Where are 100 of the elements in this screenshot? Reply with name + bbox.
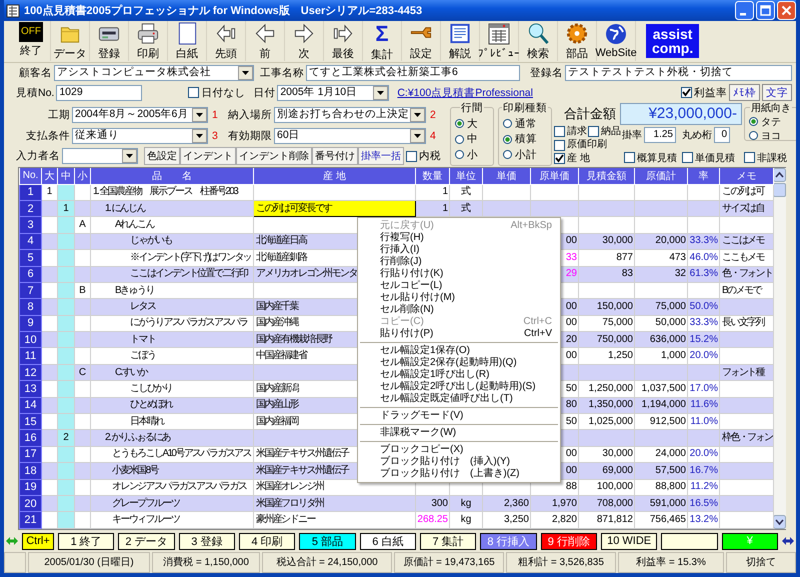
- memo-frame-button[interactable]: ﾒﾓ枠: [729, 84, 760, 102]
- menu-item[interactable]: セル削除(N): [358, 304, 560, 316]
- menu-item[interactable]: ドラッグモード(V): [358, 410, 560, 422]
- form-button[interactable]: 掛率一括: [358, 147, 404, 166]
- toolbar-button[interactable]: データ: [51, 21, 90, 62]
- column-header[interactable]: 原単価: [530, 168, 578, 184]
- checkbox[interactable]: 非課税: [744, 150, 796, 165]
- toolbar-button[interactable]: WebSite: [597, 21, 636, 62]
- column-header[interactable]: 見積金額: [578, 168, 634, 184]
- function-key[interactable]: 4 印刷: [238, 532, 296, 550]
- radio-button[interactable]: 通常: [503, 116, 547, 131]
- selected-cell[interactable]: この列は可変長です: [254, 200, 416, 217]
- path-link[interactable]: C:¥100点見積書Professional: [397, 86, 533, 100]
- scrollbar[interactable]: [773, 168, 786, 529]
- checkbox[interactable]: 日付なし: [188, 86, 246, 100]
- scroll-thumb[interactable]: [773, 182, 786, 197]
- toolbar-button[interactable]: 検索: [519, 21, 558, 62]
- radio-button[interactable]: 小: [455, 148, 489, 162]
- form-button[interactable]: インデント: [180, 147, 236, 166]
- toolbar-button[interactable]: 設定: [402, 21, 441, 62]
- dropdown-field[interactable]: [62, 148, 138, 164]
- text-field[interactable]: テストテストテスト外税・切捨て: [565, 64, 792, 81]
- menu-item[interactable]: セル幅設定既定値呼び出し(T): [358, 392, 560, 405]
- column-header[interactable]: 原価計: [634, 168, 688, 184]
- checkbox[interactable]: 利益率: [681, 86, 727, 100]
- column-header[interactable]: 大: [42, 168, 58, 184]
- checkbox[interactable]: 産 地: [554, 152, 590, 165]
- menu-item[interactable]: 行貼り付け(K): [358, 268, 560, 280]
- menu-item[interactable]: セル幅設定2保存(起動時用)(Q): [358, 356, 560, 369]
- dropdown-field[interactable]: アシストコンピュータ株式会社: [54, 64, 254, 81]
- column-header[interactable]: 数量: [416, 168, 450, 184]
- function-key[interactable]: 10 WIDE: [600, 532, 658, 550]
- toolbar-button[interactable]: 次: [285, 21, 324, 62]
- column-header[interactable]: 率: [688, 168, 720, 184]
- function-key[interactable]: 7 集計: [420, 532, 476, 550]
- text-field[interactable]: 1.25: [644, 126, 676, 143]
- text-field[interactable]: 0: [714, 126, 730, 143]
- text-field[interactable]: 1029: [56, 84, 142, 101]
- radio-button[interactable]: 中: [455, 132, 489, 146]
- menu-item[interactable]: ブロック貼り付け (挿入)(Y): [358, 456, 560, 468]
- form-button[interactable]: 番号付け: [312, 147, 358, 166]
- radio-button[interactable]: タテ: [749, 114, 793, 129]
- menu-item[interactable]: 非課税マーク(W): [358, 426, 560, 439]
- radio-button[interactable]: 小計: [503, 148, 547, 162]
- function-key[interactable]: 9 行削除: [540, 532, 597, 550]
- column-header[interactable]: No.: [20, 168, 42, 184]
- toolbar-button[interactable]: 前: [246, 21, 285, 62]
- function-key[interactable]: [661, 532, 718, 550]
- text-button[interactable]: 文字: [762, 84, 792, 102]
- column-header[interactable]: メモ: [720, 168, 774, 184]
- checkbox[interactable]: 概算見積: [624, 150, 677, 165]
- menu-item[interactable]: ブロック貼り付け (上書き)(Z): [358, 468, 560, 480]
- checkbox[interactable]: 原価印刷: [554, 139, 607, 152]
- column-header[interactable]: 単位: [450, 168, 482, 184]
- brand-logo[interactable]: assist comp.: [646, 24, 700, 58]
- column-header[interactable]: 小: [74, 168, 90, 184]
- menu-item[interactable]: セル幅設定2呼び出し(起動時用)(S): [358, 380, 560, 393]
- function-key[interactable]: 3 登録: [178, 532, 235, 550]
- toolbar-button[interactable]: 部品: [558, 21, 597, 62]
- column-header[interactable]: 品 名: [90, 168, 254, 184]
- toolbar-button[interactable]: Σ 集計: [363, 21, 402, 62]
- menu-item[interactable]: 行複写(H): [358, 232, 560, 244]
- dropdown-field[interactable]: 2004年8月～2005年6月: [72, 106, 208, 123]
- column-header[interactable]: 産 地: [254, 168, 416, 184]
- text-field[interactable]: てすと工業株式会社新築工事6: [306, 64, 520, 81]
- menu-item[interactable]: ブロックコピー(X): [358, 444, 560, 456]
- menu-item[interactable]: 行削除(J): [358, 256, 560, 268]
- toolbar-button[interactable]: ﾌﾟﾚﾋﾞｭｰ: [480, 21, 519, 62]
- menu-item[interactable]: 行挿入(I): [358, 244, 560, 256]
- dropdown-field[interactable]: 60日: [274, 128, 426, 144]
- dropdown-field[interactable]: 2005年 1月10日: [277, 84, 390, 101]
- toolbar-button[interactable]: 登録: [90, 21, 129, 62]
- function-key[interactable]: 2 データ: [118, 532, 175, 550]
- radio-button[interactable]: 積算: [503, 132, 547, 146]
- toolbar-button[interactable]: 白紙: [168, 21, 207, 62]
- toolbar-button[interactable]: 解説: [441, 21, 480, 62]
- toolbar-button[interactable]: 印刷: [129, 21, 168, 62]
- checkbox[interactable]: 納品: [588, 126, 621, 138]
- dropdown-field[interactable]: 従来通り: [72, 128, 208, 144]
- function-key[interactable]: 6 白紙: [360, 532, 416, 550]
- toolbar-button[interactable]: 最後: [324, 21, 363, 62]
- radio-button[interactable]: 大: [455, 116, 489, 131]
- menu-item[interactable]: セル貼り付け(M): [358, 292, 560, 304]
- menu-item[interactable]: セル幅設定1保存(O): [358, 344, 560, 357]
- function-key[interactable]: Ctrl+: [22, 532, 54, 550]
- menu-item[interactable]: 貼り付け(P) Ctrl+V: [358, 328, 560, 340]
- menu-item[interactable]: セル幅設定1呼び出し(R): [358, 368, 560, 381]
- dropdown-field[interactable]: 別途お打ち合わせの上決定: [274, 106, 426, 123]
- menu-item[interactable]: セルコピー(L): [358, 280, 560, 292]
- toolbar-button[interactable]: 先頭: [207, 21, 246, 62]
- checkbox[interactable]: 請求: [554, 126, 587, 138]
- function-key[interactable]: 8 行挿入: [480, 532, 537, 550]
- toolbar-button[interactable]: OFF 終了: [12, 21, 51, 62]
- checkbox[interactable]: 単価見積: [682, 150, 735, 165]
- function-key[interactable]: 5 部品: [299, 532, 356, 550]
- total-amount-field[interactable]: ¥23,000,000-: [620, 102, 742, 125]
- column-header[interactable]: 単価: [482, 168, 530, 184]
- form-button[interactable]: インデント削除: [236, 147, 312, 166]
- radio-button[interactable]: ヨコ: [749, 128, 793, 143]
- checkbox[interactable]: 内税: [406, 149, 441, 164]
